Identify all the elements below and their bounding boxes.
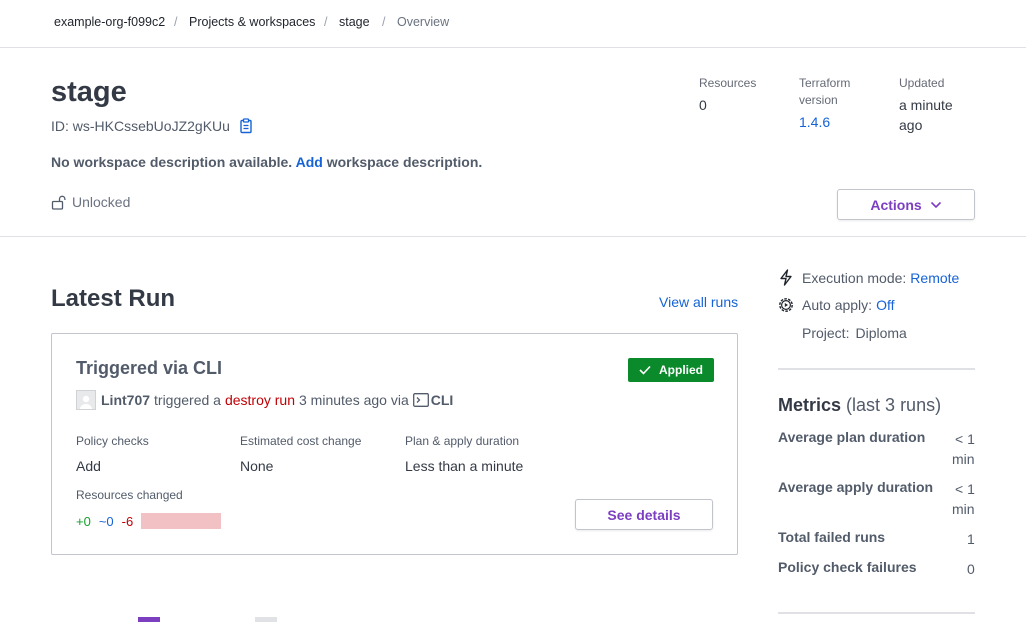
updated-value-line1: a minute (899, 97, 953, 113)
run-meta: Lint707 triggered a destroy run 3 minute… (76, 390, 453, 410)
breadcrumb-separator: / (324, 15, 328, 29)
execution-mode: Execution mode: Remote (778, 269, 959, 286)
metrics-subtitle: (last 3 runs) (846, 395, 942, 415)
breadcrumb-org[interactable]: example-org-f099c2 (54, 15, 165, 29)
workspace-id: ID: ws-HKCssebUoJZ2gKUu (51, 118, 254, 134)
gear-icon (779, 298, 793, 312)
pagination-marker[interactable] (138, 617, 160, 622)
page-title: stage (51, 76, 127, 108)
avg-apply-duration-value-1: < 1 (955, 481, 975, 497)
avatar (76, 390, 96, 410)
resources-destroyed: -6 (121, 513, 134, 529)
avg-apply-duration-value-2: min (952, 501, 975, 517)
updated-label: Updated (899, 76, 945, 90)
description-suffix: workspace description. (326, 154, 483, 170)
terraform-version-link[interactable]: 1.4.6 (799, 112, 830, 132)
divider (778, 612, 975, 614)
duration-label: Plan & apply duration (405, 434, 520, 448)
avg-apply-duration-label: Average apply duration (778, 479, 934, 495)
cost-change-value: None (240, 458, 274, 474)
resources-label: Resources (699, 76, 757, 90)
avg-plan-duration-value-2: min (952, 451, 975, 467)
execution-mode-value[interactable]: Remote (910, 270, 959, 286)
cost-change-label: Estimated cost change (240, 434, 362, 448)
status-badge-text: Applied (659, 363, 703, 377)
unlock-icon (51, 195, 66, 210)
run-title[interactable]: Triggered via CLI (76, 358, 222, 379)
lock-status-text: Unlocked (72, 194, 131, 210)
project-label: Project: (802, 325, 850, 341)
breadcrumb-separator: / (174, 15, 178, 29)
resources-changed: +0 ~0 -6 (76, 513, 222, 529)
latest-run-card: Triggered via CLI Applied Lint707 trigge… (51, 333, 738, 555)
breadcrumb-workspace[interactable]: stage (339, 15, 370, 29)
see-details-button[interactable]: See details (575, 499, 713, 530)
actions-button[interactable]: Actions (837, 189, 975, 220)
breadcrumb-current: Overview (397, 15, 450, 29)
metrics-heading: Metrics (last 3 runs) (778, 395, 941, 416)
avg-plan-duration-label: Average plan duration (778, 429, 926, 445)
policy-checks-value: Add (76, 458, 101, 474)
terraform-version-label-1: Terraform (799, 76, 851, 90)
execution-mode-label: Execution mode: (802, 269, 907, 286)
resources-changed-label: Resources changed (76, 488, 183, 502)
run-type: destroy run (224, 392, 295, 408)
resources-value: 0 (699, 97, 707, 113)
metrics-title: Metrics (778, 395, 842, 415)
actions-label: Actions (870, 196, 922, 213)
status-badge: Applied (628, 358, 714, 382)
auto-apply: Auto apply: Off (778, 297, 894, 313)
duration-value: Less than a minute (405, 458, 524, 474)
resources-changed-bar (141, 513, 222, 529)
policy-check-failures-label: Policy check failures (778, 559, 917, 575)
total-failed-runs-value: 1 (967, 531, 975, 547)
workspace-id-text: ID: ws-HKCssebUoJZ2gKUu (51, 118, 230, 134)
avg-plan-duration-value-1: < 1 (955, 431, 975, 447)
check-icon (639, 365, 651, 375)
run-user[interactable]: Lint707 (101, 392, 150, 408)
resources-changed-count: ~0 (98, 513, 114, 529)
breadcrumb: example-org-f099c2 / Projects & workspac… (0, 0, 1026, 48)
divider (778, 368, 975, 370)
run-source-text: CLI (430, 392, 454, 408)
policy-checks-label: Policy checks (76, 434, 149, 448)
breadcrumb-projects[interactable]: Projects & workspaces (189, 15, 315, 29)
lock-status[interactable]: Unlocked (51, 194, 130, 210)
run-time-text: 3 minutes ago via (299, 392, 409, 408)
breadcrumb-separator: / (382, 15, 386, 29)
add-description-link[interactable]: Add (296, 154, 323, 170)
project: Project: Diploma (802, 325, 907, 341)
workspace-header: stage ID: ws-HKCssebUoJZ2gKUu No workspa… (0, 48, 1026, 237)
auto-apply-label: Auto apply: (802, 297, 873, 313)
pagination-marker[interactable] (255, 617, 277, 622)
total-failed-runs-label: Total failed runs (778, 529, 886, 545)
resources-added: +0 (76, 513, 91, 529)
latest-run-heading: Latest Run (51, 285, 176, 312)
auto-apply-value[interactable]: Off (876, 297, 894, 313)
lightning-icon (780, 269, 792, 286)
policy-check-failures-value: 0 (967, 561, 975, 577)
updated-value-line2: ago (899, 117, 923, 133)
workspace-description: No workspace description available. Add … (51, 154, 482, 170)
project-value: Diploma (855, 325, 907, 341)
clipboard-icon[interactable] (238, 118, 254, 134)
terraform-version-label-2: version (799, 93, 838, 107)
view-all-runs-link[interactable]: View all runs (659, 294, 738, 310)
chevron-down-icon (930, 201, 941, 208)
description-text: No workspace description available. (51, 154, 293, 170)
run-triggered-text: triggered a (154, 392, 221, 408)
terminal-icon (412, 393, 429, 407)
run-source: CLI (412, 392, 454, 408)
